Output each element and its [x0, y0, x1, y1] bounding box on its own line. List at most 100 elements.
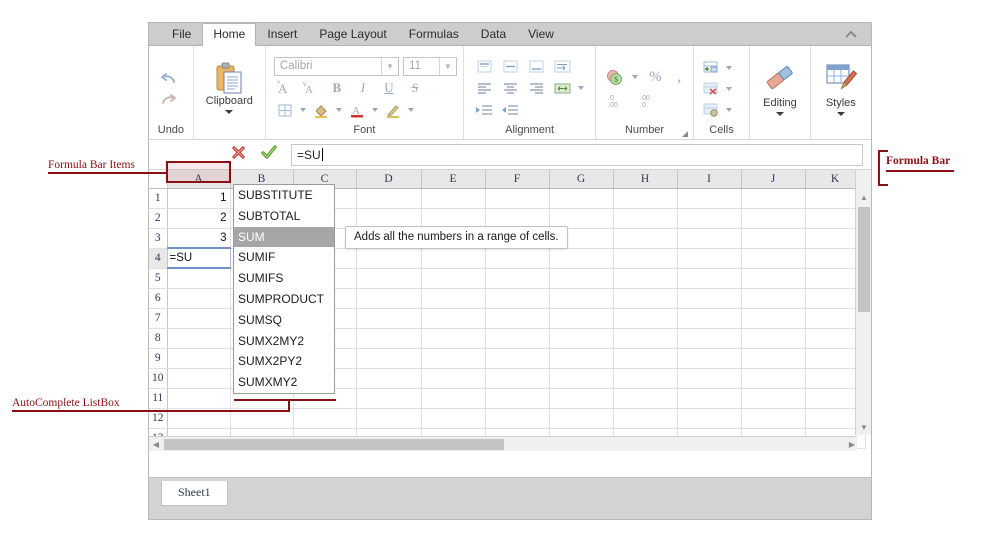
cell-I6[interactable]	[677, 288, 741, 308]
horizontal-scroll-thumb[interactable]	[164, 439, 504, 450]
vertical-scroll-thumb[interactable]	[858, 207, 870, 312]
cell-J7[interactable]	[741, 308, 805, 328]
row-header-7[interactable]: 7	[149, 308, 167, 328]
cell-G9[interactable]	[549, 348, 613, 368]
cancel-red-x-icon[interactable]	[231, 145, 246, 165]
cell-G6[interactable]	[549, 288, 613, 308]
tab-data[interactable]: Data	[470, 24, 517, 46]
styles-button[interactable]: Styles	[811, 59, 871, 116]
cell-D11[interactable]	[356, 388, 421, 408]
increase-decimal-icon[interactable]: .0.00	[606, 92, 628, 111]
editing-button[interactable]: Editing	[750, 59, 809, 116]
cell-A3[interactable]: 3	[167, 228, 230, 248]
clipboard-button[interactable]: Clipboard	[194, 60, 265, 114]
cell-A2[interactable]: 2	[167, 208, 230, 228]
cell-F4[interactable]	[485, 248, 549, 268]
cell-A10[interactable]	[167, 368, 230, 388]
font-size-combo[interactable]: 11 ▼	[403, 57, 457, 76]
col-header-G[interactable]: G	[549, 170, 613, 188]
cell-J4[interactable]	[741, 248, 805, 268]
cell-H4[interactable]	[613, 248, 677, 268]
cell-H3[interactable]	[613, 228, 677, 248]
col-header-E[interactable]: E	[421, 170, 485, 188]
font-name-combo[interactable]: Calibri ▼	[274, 57, 399, 76]
align-left-icon[interactable]	[474, 79, 496, 98]
cell-G1[interactable]	[549, 188, 613, 208]
undo-arrow-icon[interactable]	[158, 71, 180, 87]
cell-C12[interactable]	[293, 408, 356, 428]
cell-D2[interactable]	[356, 208, 421, 228]
cell-H9[interactable]	[613, 348, 677, 368]
list-item[interactable]: SUMIF	[234, 247, 334, 268]
delete-cells-icon[interactable]	[700, 79, 722, 98]
cell-I1[interactable]	[677, 188, 741, 208]
chevron-down-icon[interactable]	[408, 108, 414, 112]
list-item[interactable]: SUMX2MY2	[234, 331, 334, 352]
scroll-down-icon[interactable]: ▼	[856, 419, 871, 435]
enter-green-check-icon[interactable]	[261, 145, 277, 165]
list-item[interactable]: SUMPRODUCT	[234, 289, 334, 310]
vertical-scrollbar[interactable]: ▲ ▼	[855, 170, 871, 435]
cell-I2[interactable]	[677, 208, 741, 228]
col-header-H[interactable]: H	[613, 170, 677, 188]
scroll-up-icon[interactable]: ▲	[856, 189, 871, 205]
cell-J3[interactable]	[741, 228, 805, 248]
row-header-8[interactable]: 8	[149, 328, 167, 348]
cell-A11[interactable]	[167, 388, 230, 408]
cell-I4[interactable]	[677, 248, 741, 268]
chevron-down-icon[interactable]	[726, 66, 732, 70]
comma-style-icon[interactable]: ,	[672, 68, 686, 87]
cell-E5[interactable]	[421, 268, 485, 288]
list-item[interactable]: SUMX2PY2	[234, 351, 334, 372]
cell-H11[interactable]	[613, 388, 677, 408]
col-header-J[interactable]: J	[741, 170, 805, 188]
chevron-down-icon[interactable]	[372, 108, 378, 112]
cell-F5[interactable]	[485, 268, 549, 288]
cell-D5[interactable]	[356, 268, 421, 288]
cell-D4[interactable]	[356, 248, 421, 268]
list-item-selected[interactable]: SUM	[234, 227, 334, 248]
insert-cells-icon[interactable]	[700, 58, 722, 77]
number-dialog-launcher-icon[interactable]	[682, 131, 688, 137]
cell-A1[interactable]: 1	[167, 188, 230, 208]
cell-I10[interactable]	[677, 368, 741, 388]
increase-indent-icon[interactable]	[500, 101, 522, 120]
cell-A9[interactable]	[167, 348, 230, 368]
shrink-font-icon[interactable]: Av	[300, 79, 322, 98]
cell-F7[interactable]	[485, 308, 549, 328]
list-item[interactable]: SUBTOTAL	[234, 206, 334, 227]
cell-I9[interactable]	[677, 348, 741, 368]
row-header-2[interactable]: 2	[149, 208, 167, 228]
cell-F10[interactable]	[485, 368, 549, 388]
cell-G12[interactable]	[549, 408, 613, 428]
autocomplete-listbox[interactable]: SUBSTITUTE SUBTOTAL SUM SUMIF SUMIFS SUM…	[233, 184, 335, 394]
row-header-3[interactable]: 3	[149, 228, 167, 248]
align-bottom-icon[interactable]	[526, 57, 548, 76]
scroll-left-icon[interactable]: ◀	[149, 437, 163, 452]
cell-G8[interactable]	[549, 328, 613, 348]
align-center-icon[interactable]	[500, 79, 522, 98]
cell-G11[interactable]	[549, 388, 613, 408]
cell-E6[interactable]	[421, 288, 485, 308]
cell-A4[interactable]: =SU	[167, 248, 230, 268]
cell-A5[interactable]	[167, 268, 230, 288]
font-color-icon[interactable]: A	[346, 101, 368, 120]
cell-A7[interactable]	[167, 308, 230, 328]
align-right-icon[interactable]	[526, 79, 548, 98]
grow-font-icon[interactable]: A^	[274, 79, 296, 98]
cell-F2[interactable]	[485, 208, 549, 228]
cell-D6[interactable]	[356, 288, 421, 308]
bold-icon[interactable]: B	[326, 79, 348, 98]
cell-F1[interactable]	[485, 188, 549, 208]
cell-E2[interactable]	[421, 208, 485, 228]
tab-file[interactable]: File	[161, 24, 202, 46]
cell-E12[interactable]	[421, 408, 485, 428]
cell-I11[interactable]	[677, 388, 741, 408]
cell-F8[interactable]	[485, 328, 549, 348]
cell-J6[interactable]	[741, 288, 805, 308]
tab-insert[interactable]: Insert	[256, 24, 308, 46]
cell-D8[interactable]	[356, 328, 421, 348]
cell-J8[interactable]	[741, 328, 805, 348]
cell-A8[interactable]	[167, 328, 230, 348]
cell-D12[interactable]	[356, 408, 421, 428]
